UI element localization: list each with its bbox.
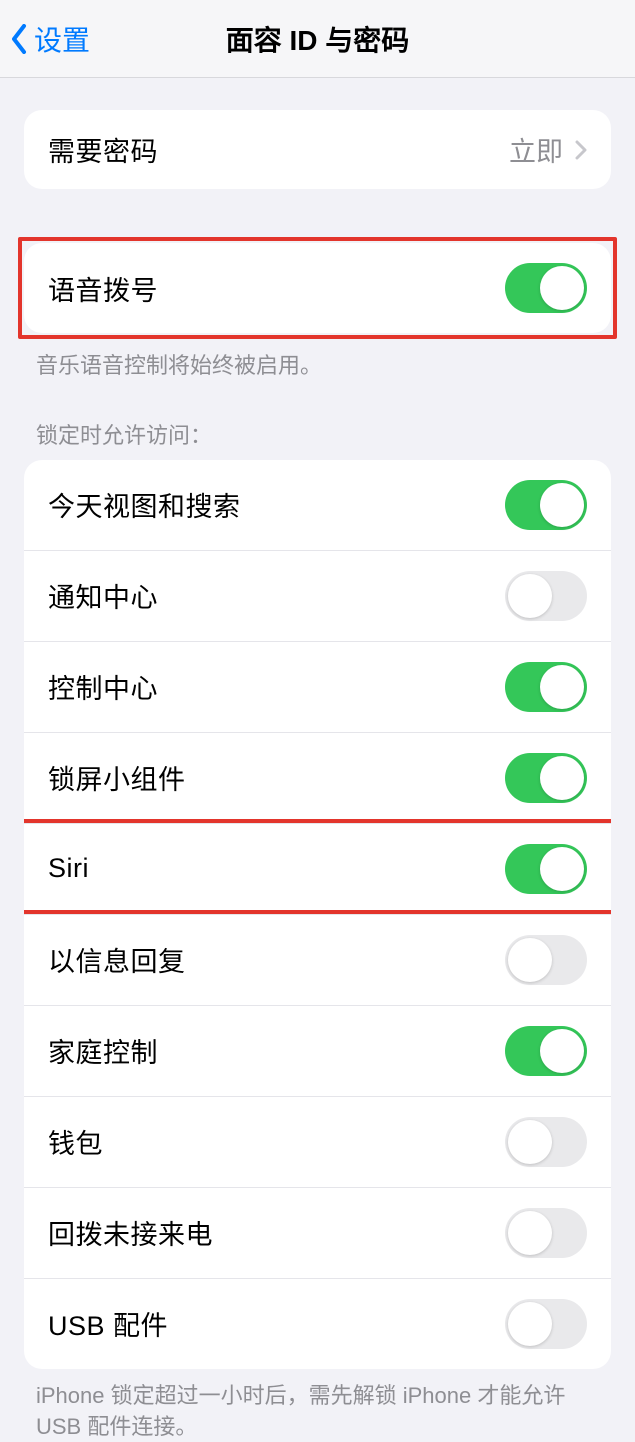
chevron-right-icon (575, 140, 587, 160)
lock-access-row: 钱包 (24, 1096, 611, 1187)
lock-access-label: Siri (48, 853, 89, 884)
lock-access-toggle[interactable] (505, 935, 587, 985)
voice-dial-row: 语音拨号 (24, 243, 611, 333)
lock-access-label: 钱包 (48, 1122, 103, 1161)
lock-access-row: 回拨未接来电 (24, 1187, 611, 1278)
navigation-bar: 设置 面容 ID 与密码 (0, 0, 635, 78)
lock-access-footer: iPhone 锁定超过一小时后，需先解锁 iPhone 才能允许USB 配件连接… (0, 1369, 635, 1442)
lock-access-label: USB 配件 (48, 1304, 168, 1343)
require-passcode-value: 立即 (509, 130, 563, 169)
lock-access-row: 以信息回复 (24, 914, 611, 1005)
lock-access-label: 以信息回复 (48, 940, 186, 979)
lock-access-row: 家庭控制 (24, 1005, 611, 1096)
lock-access-row: USB 配件 (24, 1278, 611, 1369)
lock-access-label: 回拨未接来电 (48, 1213, 213, 1252)
lock-access-header: 锁定时允许访问： (0, 418, 635, 460)
lock-access-row: 控制中心 (24, 641, 611, 732)
lock-access-toggle[interactable] (505, 480, 587, 530)
lock-access-toggle[interactable] (505, 571, 587, 621)
lock-access-toggle[interactable] (505, 753, 587, 803)
lock-access-label: 控制中心 (48, 667, 158, 706)
lock-access-toggle[interactable] (505, 662, 587, 712)
lock-access-toggle[interactable] (505, 1117, 587, 1167)
back-label: 设置 (34, 19, 90, 59)
voice-dial-toggle[interactable] (505, 263, 587, 313)
voice-dial-label: 语音拨号 (48, 269, 158, 308)
lock-access-label: 今天视图和搜索 (48, 485, 241, 524)
lock-access-toggle[interactable] (505, 1299, 587, 1349)
lock-access-label: 家庭控制 (48, 1031, 158, 1070)
lock-access-label: 锁屏小组件 (48, 758, 186, 797)
lock-access-list: 今天视图和搜索通知中心控制中心锁屏小组件 Siri 以信息回复家庭控制钱包回拨未接来… (24, 460, 611, 1369)
require-passcode-label: 需要密码 (48, 130, 158, 169)
lock-access-row: 通知中心 (24, 550, 611, 641)
back-button[interactable]: 设置 (0, 19, 90, 59)
require-passcode-row[interactable]: 需要密码 立即 (24, 110, 611, 189)
lock-access-toggle[interactable] (505, 844, 587, 894)
chevron-left-icon (10, 24, 28, 54)
lock-access-label: 通知中心 (48, 576, 158, 615)
lock-access-row: 今天视图和搜索 (24, 460, 611, 550)
voice-dial-footer: 音乐语音控制将始终被启用。 (0, 339, 635, 382)
lock-access-toggle[interactable] (505, 1026, 587, 1076)
lock-access-row: Siri (24, 823, 611, 914)
lock-access-row: 锁屏小组件 (24, 732, 611, 823)
page-title: 面容 ID 与密码 (0, 19, 635, 59)
voice-dial-highlight: 语音拨号 (18, 237, 617, 339)
lock-access-toggle[interactable] (505, 1208, 587, 1258)
